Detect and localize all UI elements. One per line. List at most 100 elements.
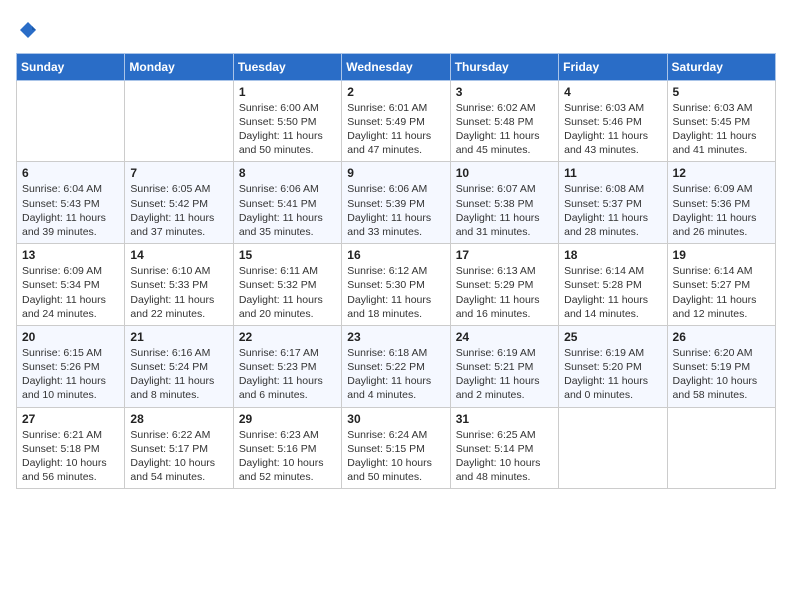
day-info: Sunrise: 6:25 AM Sunset: 5:14 PM Dayligh… — [456, 428, 553, 485]
calendar-cell: 23 Sunrise: 6:18 AM Sunset: 5:22 PM Dayli… — [342, 325, 450, 407]
calendar-cell: 12 Sunrise: 6:09 AM Sunset: 5:36 PM Dayli… — [667, 162, 775, 244]
day-info: Sunrise: 6:20 AM Sunset: 5:19 PM Dayligh… — [673, 346, 770, 403]
calendar-cell: 18Sunrise: 6:14 AM Sunset: 5:28 PM Dayli… — [559, 244, 667, 326]
day-number: 26 — [673, 330, 770, 344]
day-info: Sunrise: 6:09 AM Sunset: 5:36 PM Dayligh… — [673, 182, 770, 239]
day-info: Sunrise: 6:13 AM Sunset: 5:29 PM Dayligh… — [456, 264, 553, 321]
day-info: Sunrise: 6:00 AM Sunset: 5:50 PM Dayligh… — [239, 101, 336, 158]
calendar-week-5: 27 Sunrise: 6:21 AM Sunset: 5:18 PM Dayli… — [17, 407, 776, 489]
day-info: Sunrise: 6:06 AM Sunset: 5:41 PM Dayligh… — [239, 182, 336, 239]
calendar-cell: 2 Sunrise: 6:01 AM Sunset: 5:49 PM Daylig… — [342, 80, 450, 162]
calendar-cell: 6 Sunrise: 6:04 AM Sunset: 5:43 PM Daylig… — [17, 162, 125, 244]
day-number: 6 — [22, 166, 119, 180]
calendar-header-row: SundayMondayTuesdayWednesdayThursdayFrid… — [17, 53, 776, 80]
day-number: 9 — [347, 166, 444, 180]
day-info: Sunrise: 6:16 AM Sunset: 5:24 PM Dayligh… — [130, 346, 227, 403]
day-number: 15 — [239, 248, 336, 262]
header-thursday: Thursday — [450, 53, 558, 80]
day-number: 19 — [673, 248, 770, 262]
day-info: Sunrise: 6:23 AM Sunset: 5:16 PM Dayligh… — [239, 428, 336, 485]
day-number: 27 — [22, 412, 119, 426]
day-info: Sunrise: 6:14 AM Sunset: 5:27 PM Dayligh… — [673, 264, 770, 321]
day-number: 25 — [564, 330, 661, 344]
calendar-cell: 24 Sunrise: 6:19 AM Sunset: 5:21 PM Dayli… — [450, 325, 558, 407]
day-info: Sunrise: 6:11 AM Sunset: 5:32 PM Dayligh… — [239, 264, 336, 321]
day-info: Sunrise: 6:14 AM Sunset: 5:28 PM Dayligh… — [564, 264, 661, 321]
calendar-cell: 5 Sunrise: 6:03 AM Sunset: 5:45 PM Daylig… — [667, 80, 775, 162]
logo-icon — [18, 20, 38, 40]
logo — [16, 20, 38, 45]
day-number: 16 — [347, 248, 444, 262]
day-number: 3 — [456, 85, 553, 99]
calendar-cell: 3 Sunrise: 6:02 AM Sunset: 5:48 PM Daylig… — [450, 80, 558, 162]
day-number: 13 — [22, 248, 119, 262]
day-number: 28 — [130, 412, 227, 426]
calendar-table: SundayMondayTuesdayWednesdayThursdayFrid… — [16, 53, 776, 489]
day-info: Sunrise: 6:19 AM Sunset: 5:21 PM Dayligh… — [456, 346, 553, 403]
header-wednesday: Wednesday — [342, 53, 450, 80]
day-info: Sunrise: 6:02 AM Sunset: 5:48 PM Dayligh… — [456, 101, 553, 158]
calendar-cell: 16 Sunrise: 6:12 AM Sunset: 5:30 PM Dayli… — [342, 244, 450, 326]
day-number: 20 — [22, 330, 119, 344]
day-info: Sunrise: 6:18 AM Sunset: 5:22 PM Dayligh… — [347, 346, 444, 403]
calendar-cell — [17, 80, 125, 162]
day-info: Sunrise: 6:03 AM Sunset: 5:46 PM Dayligh… — [564, 101, 661, 158]
calendar-cell: 9 Sunrise: 6:06 AM Sunset: 5:39 PM Daylig… — [342, 162, 450, 244]
calendar-cell: 26 Sunrise: 6:20 AM Sunset: 5:19 PM Dayli… — [667, 325, 775, 407]
day-info: Sunrise: 6:01 AM Sunset: 5:49 PM Dayligh… — [347, 101, 444, 158]
day-number: 17 — [456, 248, 553, 262]
calendar-cell: 27 Sunrise: 6:21 AM Sunset: 5:18 PM Dayli… — [17, 407, 125, 489]
day-number: 12 — [673, 166, 770, 180]
day-info: Sunrise: 6:05 AM Sunset: 5:42 PM Dayligh… — [130, 182, 227, 239]
calendar-cell: 29 Sunrise: 6:23 AM Sunset: 5:16 PM Dayli… — [233, 407, 341, 489]
day-info: Sunrise: 6:03 AM Sunset: 5:45 PM Dayligh… — [673, 101, 770, 158]
calendar-cell: 31 Sunrise: 6:25 AM Sunset: 5:14 PM Dayli… — [450, 407, 558, 489]
calendar-week-3: 13 Sunrise: 6:09 AM Sunset: 5:34 PM Dayli… — [17, 244, 776, 326]
day-info: Sunrise: 6:12 AM Sunset: 5:30 PM Dayligh… — [347, 264, 444, 321]
calendar-cell: 25 Sunrise: 6:19 AM Sunset: 5:20 PM Dayli… — [559, 325, 667, 407]
day-number: 23 — [347, 330, 444, 344]
calendar-cell: 28 Sunrise: 6:22 AM Sunset: 5:17 PM Dayli… — [125, 407, 233, 489]
day-info: Sunrise: 6:19 AM Sunset: 5:20 PM Dayligh… — [564, 346, 661, 403]
day-info: Sunrise: 6:17 AM Sunset: 5:23 PM Dayligh… — [239, 346, 336, 403]
day-info: Sunrise: 6:08 AM Sunset: 5:37 PM Dayligh… — [564, 182, 661, 239]
header-monday: Monday — [125, 53, 233, 80]
calendar-week-4: 20 Sunrise: 6:15 AM Sunset: 5:26 PM Dayli… — [17, 325, 776, 407]
day-info: Sunrise: 6:06 AM Sunset: 5:39 PM Dayligh… — [347, 182, 444, 239]
day-number: 21 — [130, 330, 227, 344]
calendar-cell: 10 Sunrise: 6:07 AM Sunset: 5:38 PM Dayli… — [450, 162, 558, 244]
day-info: Sunrise: 6:15 AM Sunset: 5:26 PM Dayligh… — [22, 346, 119, 403]
day-number: 2 — [347, 85, 444, 99]
day-number: 22 — [239, 330, 336, 344]
day-number: 10 — [456, 166, 553, 180]
calendar-cell — [667, 407, 775, 489]
day-number: 1 — [239, 85, 336, 99]
calendar-cell — [125, 80, 233, 162]
day-info: Sunrise: 6:09 AM Sunset: 5:34 PM Dayligh… — [22, 264, 119, 321]
header-tuesday: Tuesday — [233, 53, 341, 80]
day-info: Sunrise: 6:10 AM Sunset: 5:33 PM Dayligh… — [130, 264, 227, 321]
day-number: 31 — [456, 412, 553, 426]
day-number: 5 — [673, 85, 770, 99]
calendar-cell: 20 Sunrise: 6:15 AM Sunset: 5:26 PM Dayli… — [17, 325, 125, 407]
calendar-cell: 13 Sunrise: 6:09 AM Sunset: 5:34 PM Dayli… — [17, 244, 125, 326]
day-info: Sunrise: 6:24 AM Sunset: 5:15 PM Dayligh… — [347, 428, 444, 485]
calendar-cell: 4Sunrise: 6:03 AM Sunset: 5:46 PM Daylig… — [559, 80, 667, 162]
day-number: 29 — [239, 412, 336, 426]
page-header — [16, 16, 776, 45]
calendar-cell: 22 Sunrise: 6:17 AM Sunset: 5:23 PM Dayli… — [233, 325, 341, 407]
calendar-cell: 11Sunrise: 6:08 AM Sunset: 5:37 PM Dayli… — [559, 162, 667, 244]
day-info: Sunrise: 6:04 AM Sunset: 5:43 PM Dayligh… — [22, 182, 119, 239]
day-info: Sunrise: 6:21 AM Sunset: 5:18 PM Dayligh… — [22, 428, 119, 485]
calendar-cell: 30 Sunrise: 6:24 AM Sunset: 5:15 PM Dayli… — [342, 407, 450, 489]
calendar-cell — [559, 407, 667, 489]
calendar-cell: 19 Sunrise: 6:14 AM Sunset: 5:27 PM Dayli… — [667, 244, 775, 326]
day-number: 30 — [347, 412, 444, 426]
calendar-cell: 1 Sunrise: 6:00 AM Sunset: 5:50 PM Daylig… — [233, 80, 341, 162]
day-number: 24 — [456, 330, 553, 344]
calendar-week-2: 6 Sunrise: 6:04 AM Sunset: 5:43 PM Daylig… — [17, 162, 776, 244]
day-info: Sunrise: 6:22 AM Sunset: 5:17 PM Dayligh… — [130, 428, 227, 485]
calendar-cell: 21 Sunrise: 6:16 AM Sunset: 5:24 PM Dayli… — [125, 325, 233, 407]
header-saturday: Saturday — [667, 53, 775, 80]
day-info: Sunrise: 6:07 AM Sunset: 5:38 PM Dayligh… — [456, 182, 553, 239]
